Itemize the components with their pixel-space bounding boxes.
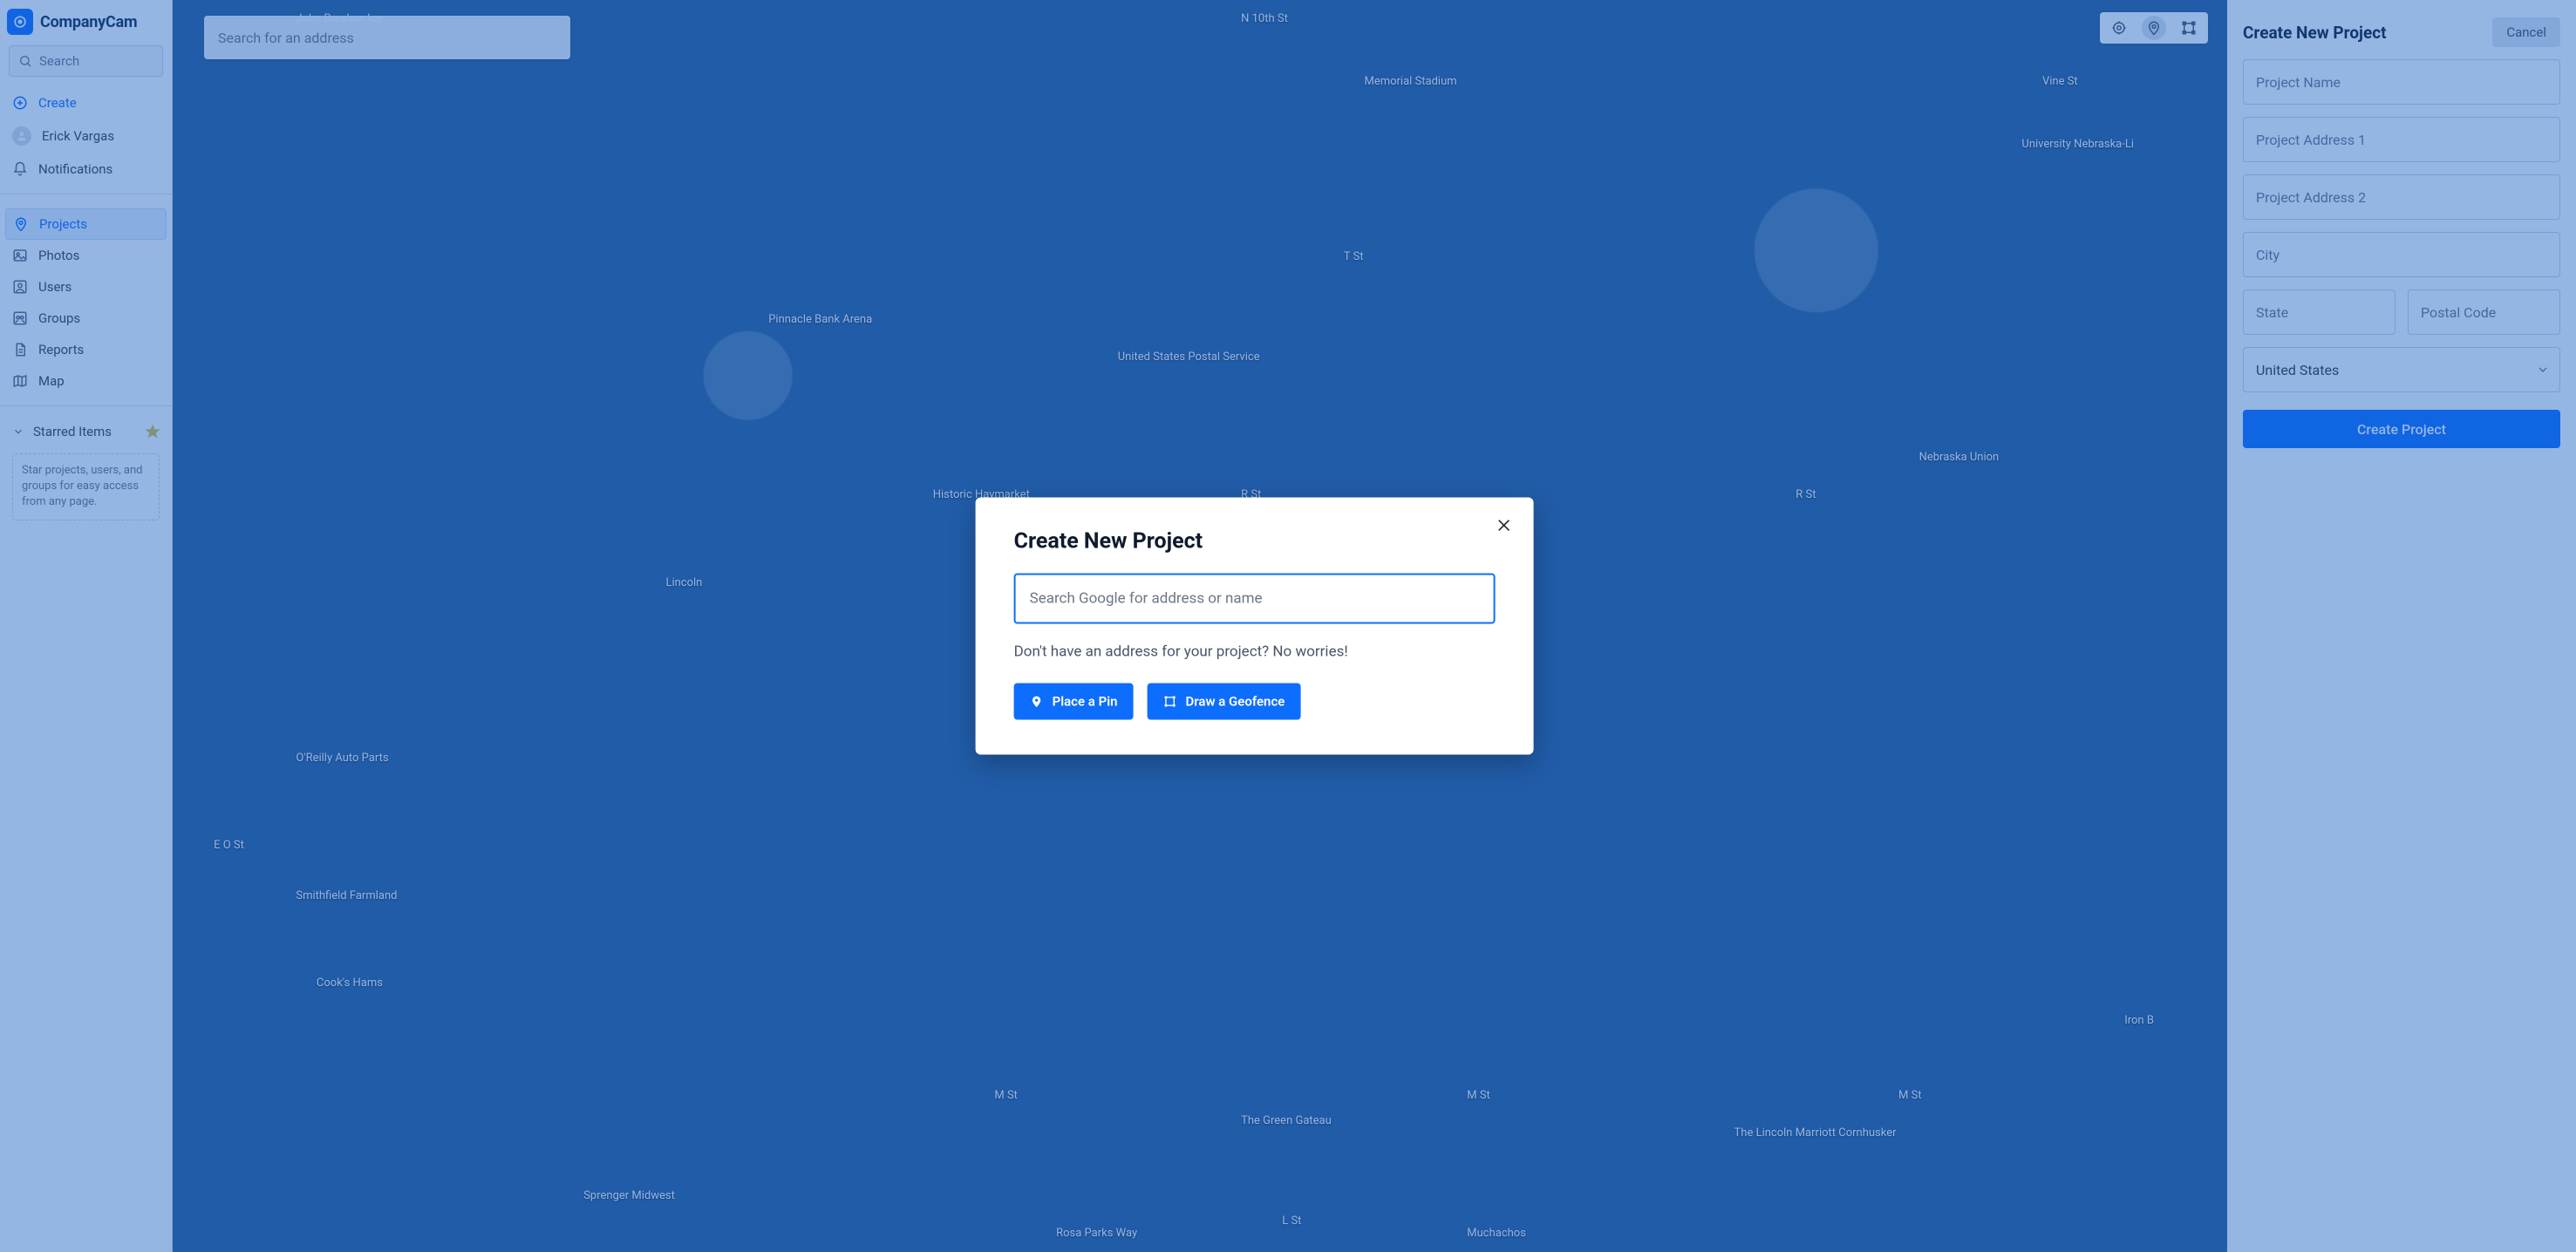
modal-search-input[interactable] — [1014, 574, 1496, 624]
modal-title: Create New Project — [1014, 529, 1496, 555]
draw-geofence-button[interactable]: Draw a Geofence — [1147, 684, 1300, 720]
place-pin-button[interactable]: Place a Pin — [1014, 684, 1134, 720]
modal-hint: Don't have an address for your project? … — [1014, 643, 1496, 661]
modal-close-button[interactable] — [1492, 514, 1516, 538]
create-project-modal: Create New Project Don't have an address… — [976, 498, 1534, 755]
geofence-icon — [1162, 695, 1176, 709]
close-icon — [1496, 517, 1513, 534]
draw-geofence-label: Draw a Geofence — [1185, 694, 1285, 710]
place-pin-label: Place a Pin — [1053, 694, 1118, 710]
modal-actions: Place a Pin Draw a Geofence — [1014, 684, 1496, 720]
pin-icon — [1030, 695, 1044, 709]
